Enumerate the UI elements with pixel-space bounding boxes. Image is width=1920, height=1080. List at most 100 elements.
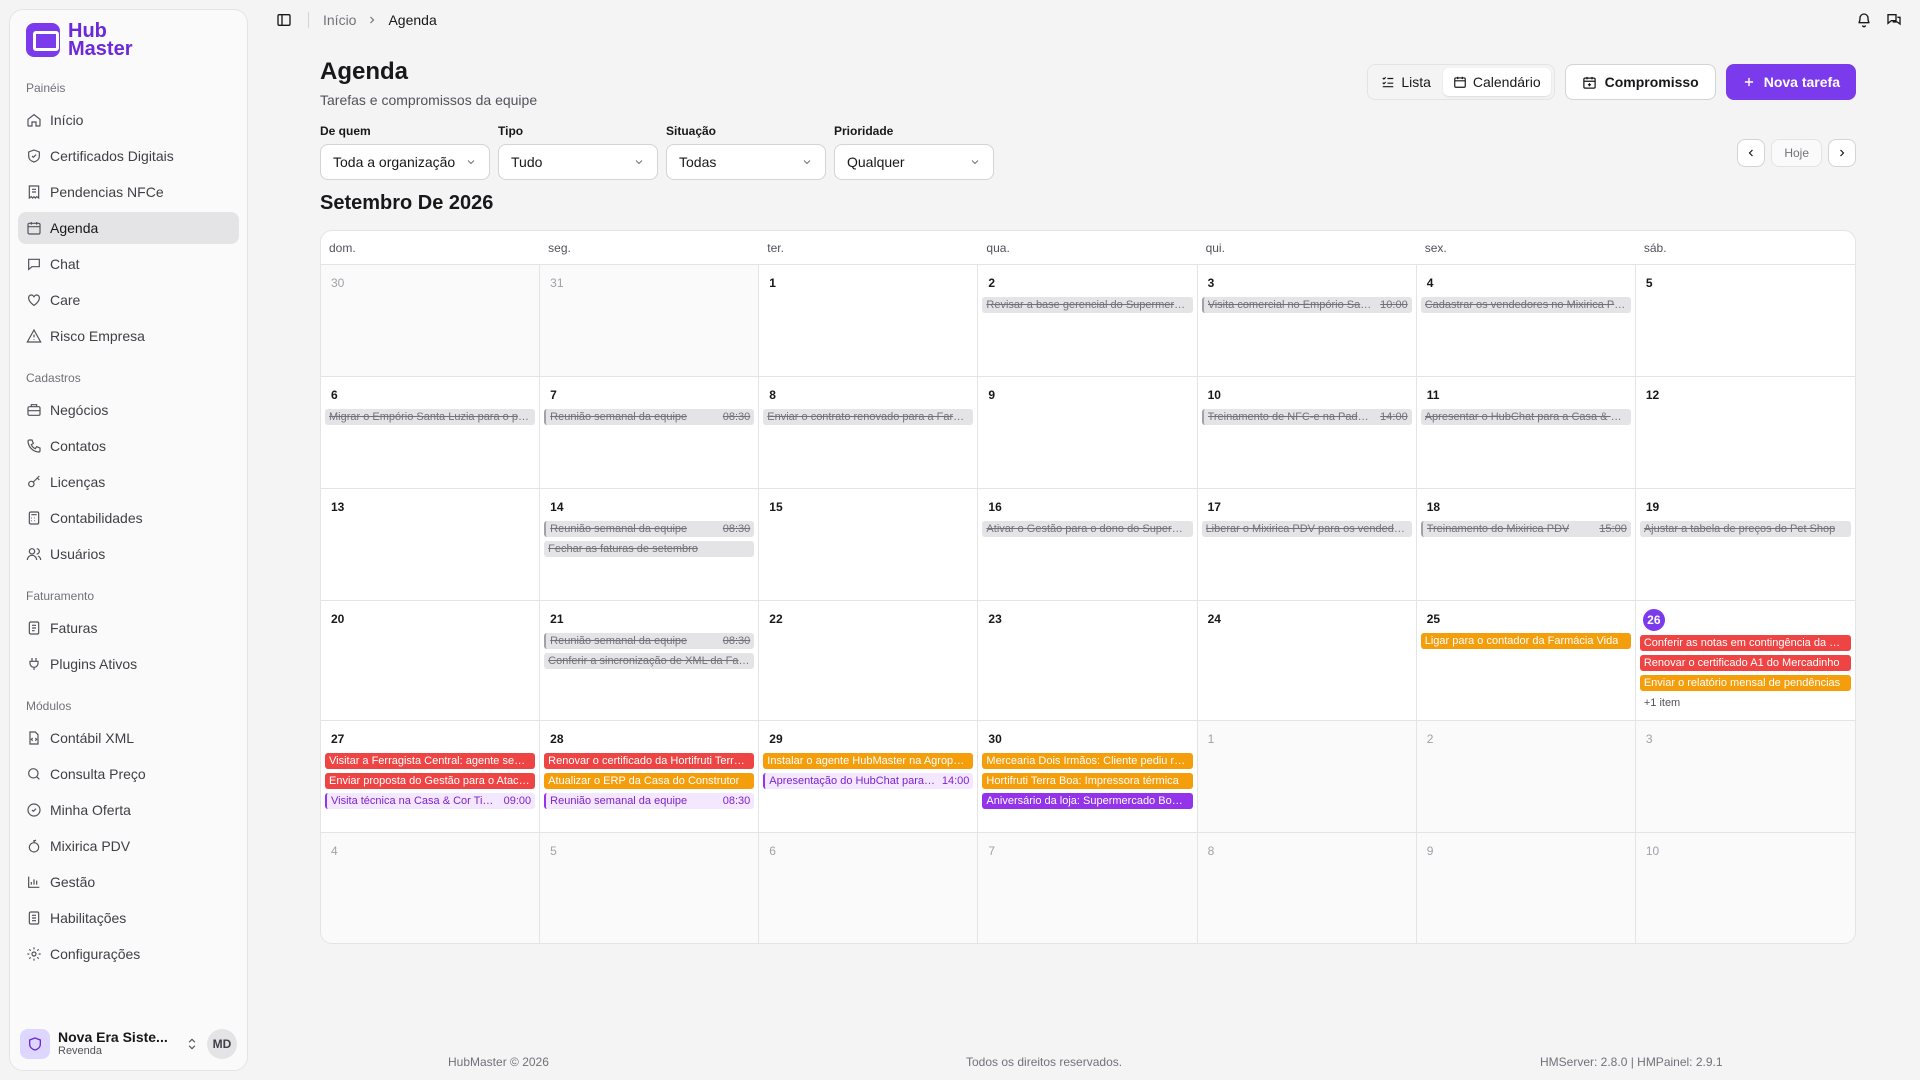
day-cell[interactable]: 31 bbox=[540, 265, 760, 377]
view-calendar-button[interactable]: Calendário bbox=[1442, 68, 1551, 96]
more-items-link[interactable]: +1 item bbox=[1640, 697, 1851, 709]
day-cell[interactable]: 29 Instalar o agente HubMaster na Agropec… bbox=[759, 721, 979, 833]
calendar-event[interactable]: Ativar o Gestão para o dono do Supermerc… bbox=[982, 521, 1193, 537]
sidebar-item-negocios[interactable]: Negócios bbox=[18, 394, 239, 426]
day-cell[interactable]: 2 bbox=[1416, 721, 1636, 833]
calendar-event[interactable]: Visitar a Ferragista Central: agente sem… bbox=[325, 753, 536, 769]
day-cell[interactable]: 16 Ativar o Gestão para o dono do Superme… bbox=[978, 489, 1198, 601]
calendar-event[interactable]: Visita comercial no Empório Santa Luzia 1… bbox=[1201, 297, 1412, 313]
day-cell[interactable]: 14 Reunião semanal da equipe 08:30 Fechar a… bbox=[540, 489, 760, 601]
calendar-event[interactable]: Enviar o relatório mensal de pendências bbox=[1639, 675, 1851, 691]
new-task-button[interactable]: Nova tarefa bbox=[1725, 64, 1856, 100]
user-avatar[interactable]: MD bbox=[207, 1029, 237, 1059]
calendar-event[interactable]: Reunião semanal da equipe 08:30 bbox=[544, 521, 755, 537]
calendar-event[interactable]: Fechar as faturas de setembro bbox=[544, 541, 755, 557]
day-cell[interactable]: 30 bbox=[321, 265, 541, 377]
calendar-event[interactable]: Treinamento do Mixirica PDV 15:00 bbox=[1420, 521, 1631, 537]
filter-status-select[interactable]: Todas bbox=[666, 144, 826, 180]
day-cell[interactable]: 3 bbox=[1635, 721, 1855, 833]
day-cell[interactable]: 24 bbox=[1197, 601, 1417, 721]
day-cell[interactable]: 26 Conferir as notas em contingência da P… bbox=[1635, 601, 1855, 721]
day-cell[interactable]: 10 Treinamento de NFC-e na Padaria 14:00 bbox=[1197, 377, 1417, 489]
day-cell[interactable]: 7 Reunião semanal da equipe 08:30 bbox=[540, 377, 760, 489]
calendar-event[interactable]: Apresentação do HubChat para loja 14:00 bbox=[763, 773, 974, 789]
day-cell[interactable]: 25 Ligar para o contador da Farmácia Vida bbox=[1416, 601, 1636, 721]
sidebar-item-faturas[interactable]: Faturas bbox=[18, 612, 239, 644]
sidebar-toggle-button[interactable] bbox=[274, 10, 294, 30]
day-cell[interactable]: 5 bbox=[1635, 265, 1855, 377]
day-cell[interactable]: 8 Enviar o contrato renovado para a Farmá… bbox=[759, 377, 979, 489]
today-button[interactable]: Hoje bbox=[1771, 139, 1822, 167]
day-cell[interactable]: 18 Treinamento do Mixirica PDV 15:00 bbox=[1416, 489, 1636, 601]
calendar-event[interactable]: Reunião semanal da equipe 08:30 bbox=[544, 409, 755, 425]
sidebar-item-mixirica-pdv[interactable]: Mixirica PDV bbox=[18, 830, 239, 862]
calendar-event[interactable]: Conferir a sincronização de XML da Farmá… bbox=[544, 653, 755, 669]
sidebar-item-agenda[interactable]: Agenda bbox=[18, 212, 239, 244]
calendar-event[interactable]: Visita técnica na Casa & Cor Tintas 09:00 bbox=[325, 793, 536, 809]
day-cell[interactable]: 2 Revisar a base gerencial do Supermercad… bbox=[978, 265, 1198, 377]
day-cell[interactable]: 5 bbox=[540, 833, 760, 943]
calendar-event[interactable]: Reunião semanal da equipe 08:30 bbox=[544, 633, 755, 649]
day-cell[interactable]: 17 Liberar o Mixirica PDV para os vendedo… bbox=[1197, 489, 1417, 601]
appointment-button[interactable]: Compromisso bbox=[1564, 64, 1716, 100]
calendar-event[interactable]: Hortifruti Terra Boa: Impressora térmica bbox=[982, 773, 1193, 789]
calendar-event[interactable]: Instalar o agente HubMaster na Agropecuá… bbox=[763, 753, 974, 769]
day-cell[interactable]: 22 bbox=[759, 601, 979, 721]
day-cell[interactable]: 8 bbox=[1197, 833, 1417, 943]
day-cell[interactable]: 7 bbox=[978, 833, 1198, 943]
sidebar-item-inicio[interactable]: Início bbox=[18, 104, 239, 136]
messages-icon[interactable] bbox=[1886, 12, 1902, 28]
bell-icon[interactable] bbox=[1856, 12, 1872, 28]
day-cell[interactable]: 28 Renovar o certificado da Hortifruti Te… bbox=[540, 721, 760, 833]
calendar-event[interactable]: Cadastrar os vendedores no Mixirica PDV bbox=[1420, 297, 1631, 313]
day-cell[interactable]: 6 bbox=[759, 833, 979, 943]
sidebar-item-minha-oferta[interactable]: Minha Oferta bbox=[18, 794, 239, 826]
calendar-event[interactable]: Mercearia Dois Irmãos: Cliente pediu ret… bbox=[982, 753, 1193, 769]
sidebar-item-gestao[interactable]: Gestão bbox=[18, 866, 239, 898]
calendar-event[interactable]: Enviar o contrato renovado para a Farmác… bbox=[763, 409, 974, 425]
filter-type-select[interactable]: Tudo bbox=[498, 144, 658, 180]
day-cell[interactable]: 6 Migrar o Empório Santa Luzia para o pla… bbox=[321, 377, 541, 489]
calendar-event[interactable]: Liberar o Mixirica PDV para os vendedore… bbox=[1201, 521, 1412, 537]
calendar-event[interactable]: Ligar para o contador da Farmácia Vida bbox=[1420, 633, 1631, 649]
calendar-event[interactable]: Atualizar o ERP da Casa do Construtor bbox=[544, 773, 755, 789]
sidebar-item-usuarios[interactable]: Usuários bbox=[18, 538, 239, 570]
day-cell[interactable]: 9 bbox=[978, 377, 1198, 489]
day-cell[interactable]: 20 bbox=[321, 601, 541, 721]
calendar-event[interactable]: Conferir as notas em contingência da Pad… bbox=[1639, 635, 1851, 651]
calendar-event[interactable]: Ajustar a tabela de preços do Pet Shop bbox=[1639, 521, 1851, 537]
day-cell[interactable]: 19 Ajustar a tabela de preços do Pet Shop bbox=[1635, 489, 1855, 601]
sidebar-item-consulta-preco[interactable]: Consulta Preço bbox=[18, 758, 239, 790]
next-month-button[interactable] bbox=[1828, 139, 1856, 167]
day-cell[interactable]: 1 bbox=[1197, 721, 1417, 833]
chevrons-up-down-icon[interactable] bbox=[185, 1037, 199, 1051]
day-cell[interactable]: 27 Visitar a Ferragista Central: agente s… bbox=[321, 721, 541, 833]
sidebar-item-contatos[interactable]: Contatos bbox=[18, 430, 239, 462]
calendar-event[interactable]: Renovar o certificado da Hortifruti Terr… bbox=[544, 753, 755, 769]
sidebar-item-care[interactable]: Care bbox=[18, 284, 239, 316]
sidebar-item-configuracoes[interactable]: Configurações bbox=[18, 938, 239, 970]
sidebar-item-habilitacoes[interactable]: Habilitações bbox=[18, 902, 239, 934]
day-cell[interactable]: 4 bbox=[321, 833, 541, 943]
sidebar-item-pendencias-nfce[interactable]: Pendencias NFCe bbox=[18, 176, 239, 208]
sidebar-item-certificados-digitais[interactable]: Certificados Digitais bbox=[18, 140, 239, 172]
filter-owner-select[interactable]: Toda a organização bbox=[320, 144, 490, 180]
day-cell[interactable]: 23 bbox=[978, 601, 1198, 721]
day-cell[interactable]: 1 bbox=[759, 265, 979, 377]
calendar-event[interactable]: Enviar proposta do Gestão para o Atacadã… bbox=[325, 773, 536, 789]
sidebar-item-risco-empresa[interactable]: Risco Empresa bbox=[18, 320, 239, 352]
day-cell[interactable]: 30 Mercearia Dois Irmãos: Cliente pediu r… bbox=[978, 721, 1198, 833]
logo[interactable]: Hub Master bbox=[10, 10, 247, 62]
calendar-event[interactable]: Reunião semanal da equipe 08:30 bbox=[544, 793, 755, 809]
sidebar-item-chat[interactable]: Chat bbox=[18, 248, 239, 280]
day-cell[interactable]: 10 bbox=[1635, 833, 1855, 943]
calendar-event[interactable]: Migrar o Empório Santa Luzia para o plan… bbox=[325, 409, 536, 425]
view-list-button[interactable]: Lista bbox=[1371, 68, 1441, 96]
day-cell[interactable]: 15 bbox=[759, 489, 979, 601]
calendar-event[interactable]: Apresentar o HubChat para a Casa & Cor bbox=[1420, 409, 1631, 425]
calendar-event[interactable]: Aniversário da loja: Supermercado Bom Pr… bbox=[982, 793, 1193, 809]
filter-priority-select[interactable]: Qualquer bbox=[834, 144, 994, 180]
sidebar-item-licencas[interactable]: Licenças bbox=[18, 466, 239, 498]
day-cell[interactable]: 13 bbox=[321, 489, 541, 601]
sidebar-item-contabil-xml[interactable]: Contábil XML bbox=[18, 722, 239, 754]
